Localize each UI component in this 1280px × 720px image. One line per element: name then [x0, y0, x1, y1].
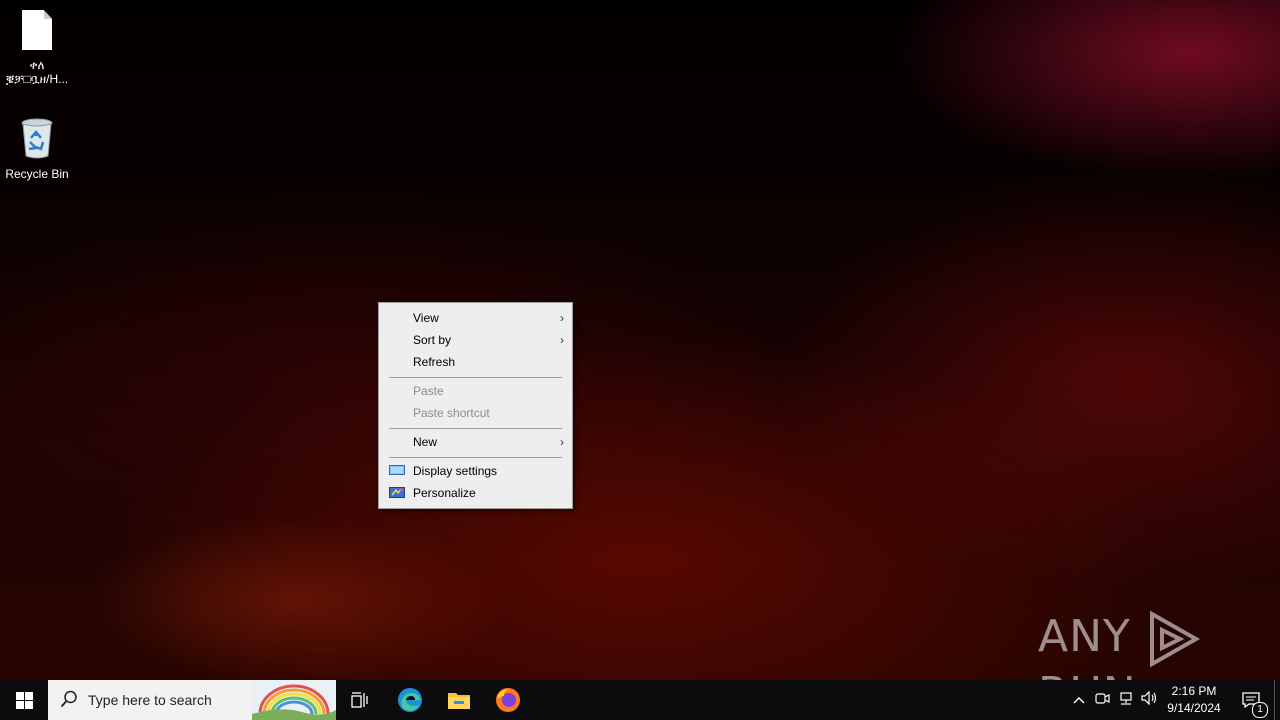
- taskbar: Type here to search 2:16 PM 9/14/2024 1: [0, 680, 1280, 720]
- menu-item-label: Paste shortcut: [413, 406, 490, 420]
- taskbar-clock[interactable]: 2:16 PM 9/14/2024: [1160, 683, 1228, 717]
- show-hidden-icons-chevron-up-icon[interactable]: [1068, 691, 1090, 709]
- search-placeholder: Type here to search: [88, 692, 212, 708]
- menu-item-label: New: [413, 435, 438, 449]
- clock-date: 9/14/2024: [1167, 701, 1221, 715]
- chevron-right-icon: ›: [560, 435, 564, 449]
- menu-item-label: Paste: [413, 384, 444, 398]
- firefox-icon: [496, 688, 520, 712]
- taskbar-search-box[interactable]: Type here to search: [48, 680, 336, 720]
- display-icon: [389, 465, 405, 475]
- menu-item-refresh[interactable]: Refresh: [379, 351, 572, 373]
- desktop-icon-file[interactable]: ቀለ ቜቻ□ቧዘ/H...: [1, 10, 73, 86]
- taskbar-firefox-button[interactable]: [484, 680, 532, 720]
- desktop-context-menu: View › Sort by › Refresh Paste Paste sho…: [378, 302, 573, 509]
- task-view-icon: [351, 692, 368, 708]
- menu-item-display-settings[interactable]: Display settings: [379, 460, 572, 482]
- menu-item-view[interactable]: View ›: [379, 307, 572, 329]
- desktop-icon-recycle-bin[interactable]: Recycle Bin: [1, 116, 73, 181]
- menu-item-label: View: [413, 311, 439, 325]
- clock-time: 2:16 PM: [1171, 684, 1217, 698]
- menu-item-sort-by[interactable]: Sort by ›: [379, 329, 572, 351]
- meet-now-icon[interactable]: [1090, 691, 1114, 710]
- menu-item-label: Personalize: [413, 486, 476, 500]
- chevron-right-icon: ›: [560, 333, 564, 347]
- play-logo-icon: [1149, 610, 1200, 668]
- menu-separator: [389, 377, 562, 378]
- start-button[interactable]: [0, 680, 48, 720]
- taskbar-edge-button[interactable]: [386, 680, 434, 720]
- show-desktop-button[interactable]: [1274, 680, 1280, 720]
- desktop-icon-label: Recycle Bin: [5, 167, 69, 181]
- notification-count-badge: 1: [1252, 702, 1268, 718]
- volume-icon[interactable]: [1138, 690, 1162, 710]
- menu-separator: [389, 428, 562, 429]
- personalize-icon: [389, 487, 405, 498]
- desktop-icon-label: ቀለ: [29, 58, 45, 72]
- search-icon: [60, 690, 77, 708]
- watermark-text-left: ANY: [1038, 611, 1131, 662]
- file-icon: [22, 10, 52, 50]
- menu-item-new[interactable]: New ›: [379, 431, 572, 453]
- menu-item-paste: Paste: [379, 380, 572, 402]
- chevron-right-icon: ›: [560, 311, 564, 325]
- menu-item-label: Sort by: [413, 333, 452, 347]
- network-icon[interactable]: [1114, 691, 1138, 710]
- windows-logo-icon: [15, 691, 33, 709]
- menu-separator: [389, 457, 562, 458]
- desktop-icon-label: ቜቻ□ቧዘ/H...: [5, 72, 69, 86]
- menu-item-personalize[interactable]: Personalize: [379, 482, 572, 504]
- action-center-button[interactable]: 1: [1236, 680, 1268, 720]
- menu-item-label: Refresh: [413, 355, 456, 369]
- taskbar-file-explorer-button[interactable]: [435, 680, 483, 720]
- file-explorer-icon: [448, 693, 470, 709]
- menu-item-paste-shortcut: Paste shortcut: [379, 402, 572, 424]
- search-highlight-rainbow-icon: [252, 680, 336, 720]
- task-view-button[interactable]: [336, 680, 384, 720]
- menu-item-label: Display settings: [413, 464, 498, 478]
- edge-icon: [398, 688, 422, 712]
- recycle-bin-icon: [21, 118, 53, 159]
- system-tray: [1068, 680, 1162, 720]
